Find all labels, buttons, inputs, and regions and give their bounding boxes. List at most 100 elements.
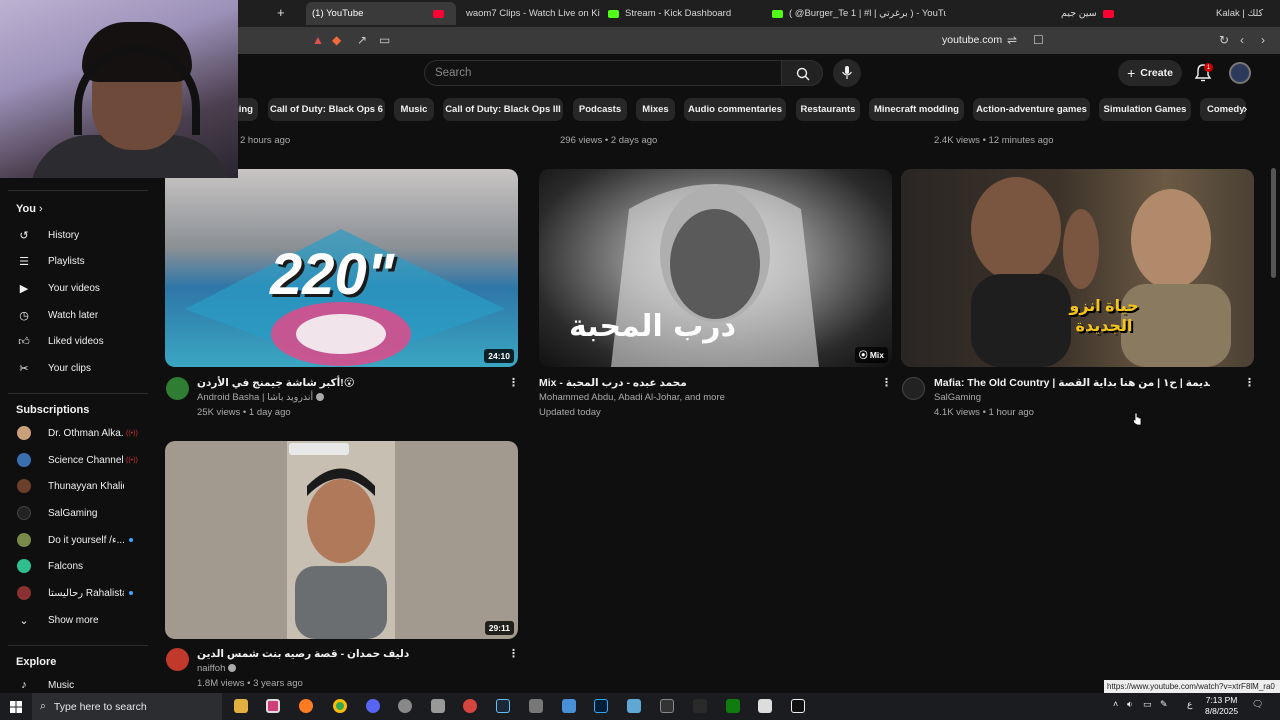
chip-restaurants[interactable]: Restaurants: [796, 98, 860, 121]
channel-name[interactable]: naiffoh: [197, 663, 237, 674]
share-icon[interactable]: ↗: [357, 33, 367, 47]
video-title[interactable]: دليف حمدان - قصة رصيه بنت شمس الدين: [197, 648, 409, 660]
sidebar-item-subscription[interactable]: Falcons: [0, 553, 150, 579]
sidebar-item-history[interactable]: ↺ History: [0, 222, 150, 248]
tab-burger[interactable]: ( @Burger_Te 1 | #l | برغرتي ) - YouTube: [766, 2, 946, 25]
brave-rewards-icon[interactable]: ▲: [312, 33, 324, 47]
notification-center-icon[interactable]: 🗨︎: [1252, 699, 1263, 710]
more-options-icon[interactable]: ⋮: [881, 376, 892, 389]
sidebar-item-subscription[interactable]: Dr. Othman Alka... ((•)): [0, 420, 150, 446]
sidebar-item-subscription[interactable]: Do it yourself /ء...: [0, 527, 150, 553]
video-title[interactable]: Mix - محمد عبده - درب المحبة: [539, 377, 687, 389]
url-text[interactable]: youtube.com: [942, 34, 1002, 46]
forward-icon[interactable]: ›: [1261, 33, 1265, 47]
sidebar-item-subscription[interactable]: SalGaming: [0, 500, 150, 526]
app-icon[interactable]: [431, 699, 445, 713]
tab-seen-jeem[interactable]: سين جيم: [1055, 2, 1115, 25]
tray-expand-icon[interactable]: ˄: [1113, 699, 1118, 709]
video-title[interactable]: أكبر شاشة جيمنج في الأردن!😮: [197, 377, 355, 389]
chip-podcasts[interactable]: Podcasts: [573, 98, 627, 121]
video-thumbnail[interactable]: حياة انزو الجديدة: [901, 169, 1254, 367]
app-icon[interactable]: [562, 699, 576, 713]
chip-mixes[interactable]: Mixes: [636, 98, 675, 121]
scrollbar[interactable]: [1271, 168, 1276, 278]
chevron-right-icon[interactable]: ›: [1243, 101, 1247, 116]
new-tab-button[interactable]: +: [277, 5, 285, 20]
firefox-icon[interactable]: [299, 699, 313, 713]
mic-icon: [842, 66, 852, 79]
chrome-icon[interactable]: [333, 699, 347, 713]
app-icon[interactable]: [398, 699, 412, 713]
voice-search-button[interactable]: [833, 59, 861, 87]
chip-simulation[interactable]: Simulation Games: [1099, 98, 1191, 121]
app-icon[interactable]: [791, 699, 805, 713]
clock[interactable]: 7:13 PM 8/8/2025: [1205, 695, 1238, 717]
channel-avatar[interactable]: [902, 377, 925, 400]
tab-youtube[interactable]: (1) YouTube: [306, 2, 456, 25]
steam-icon[interactable]: [496, 699, 510, 713]
account-avatar[interactable]: [1229, 62, 1251, 84]
chip-gaming[interactable]: Gaming: [236, 98, 258, 121]
video-thumbnail[interactable]: 220" 24:10: [165, 169, 518, 367]
create-button[interactable]: + Create: [1118, 60, 1182, 86]
sidebar-item-subscription[interactable]: رحاليستا Rahalista: [0, 580, 150, 606]
video-title[interactable]: Mafia: The Old Country | مافيا: البلاد ا…: [934, 377, 1210, 389]
sidebar-item-watch-later[interactable]: ◷ Watch later: [0, 302, 150, 328]
tab-kick-dashboard[interactable]: Stream - Kick Dashboard: [602, 2, 762, 25]
channel-avatar[interactable]: [166, 648, 189, 671]
verified-icon: [228, 664, 237, 673]
paint-app-icon[interactable]: [266, 699, 280, 713]
sidebar-item-your-videos[interactable]: ▶ Your videos: [0, 275, 150, 301]
tab-kick-clips[interactable]: waom7 Clips - Watch Live on Kick: [460, 2, 600, 25]
channel-name[interactable]: SalGaming: [934, 392, 981, 403]
discord-icon[interactable]: [366, 699, 380, 713]
calculator-icon[interactable]: [529, 699, 543, 713]
chip-comedy[interactable]: Comedy: [1200, 98, 1246, 121]
brave-icon[interactable]: [463, 699, 477, 713]
chip-music[interactable]: Music: [394, 98, 434, 121]
network-icon[interactable]: ▭: [1143, 699, 1152, 710]
davinci-icon[interactable]: [660, 699, 674, 713]
channel-name[interactable]: Android Basha | أندرويد باشا: [197, 392, 325, 403]
language-indicator[interactable]: ع: [1187, 699, 1192, 710]
pen-icon[interactable]: ✎: [1160, 699, 1168, 710]
video-thumbnail[interactable]: درب المحبة ⦿ Mix: [539, 169, 892, 367]
bookmark-icon[interactable]: ☐: [1033, 33, 1044, 47]
photoshop-icon[interactable]: [594, 699, 608, 713]
app-icon[interactable]: [693, 699, 707, 713]
thumbnail-text: درب المحبة: [569, 309, 736, 344]
search-input[interactable]: Search: [424, 60, 782, 86]
app-icon[interactable]: [758, 699, 772, 713]
chip-minecraft-modding[interactable]: Minecraft modding: [869, 98, 964, 121]
more-options-icon[interactable]: ⋮: [508, 376, 519, 389]
sidebar-item-playlists[interactable]: ☰ Playlists: [0, 248, 150, 274]
video-thumbnail[interactable]: 29:11: [165, 441, 518, 639]
show-more-button[interactable]: ⌄ Show more: [0, 607, 150, 633]
sidebar-item-subscription[interactable]: Thunayyan Khalid: [0, 473, 150, 499]
brave-shields-icon[interactable]: ◆: [332, 33, 341, 47]
sidebar-item-subscription[interactable]: Science Channel ((•)): [0, 447, 150, 473]
volume-icon[interactable]: 🔉︎: [1127, 699, 1133, 710]
chip-action-adventure[interactable]: Action-adventure games: [973, 98, 1090, 121]
you-section-header[interactable]: You ›: [16, 203, 43, 215]
app-icon[interactable]: [627, 699, 641, 713]
channel-name[interactable]: Mohammed Abdu, Abadi Al-Johar, and more: [539, 392, 725, 403]
more-options-icon[interactable]: ⋮: [508, 647, 519, 660]
file-explorer-icon[interactable]: [234, 699, 248, 713]
taskbar-search-input[interactable]: ⌕ Type here to search: [32, 693, 222, 720]
channel-avatar[interactable]: [166, 377, 189, 400]
chip-cod-bo3[interactable]: Call of Duty: Black Ops III: [443, 98, 563, 121]
chip-audio-commentaries[interactable]: Audio commentaries: [684, 98, 786, 121]
search-button[interactable]: [781, 60, 823, 86]
sidebar-item-your-clips[interactable]: ✂ Your clips: [0, 355, 150, 381]
site-settings-icon[interactable]: ⇌: [1007, 33, 1017, 47]
chip-cod-bo6[interactable]: Call of Duty: Black Ops 6: [268, 98, 385, 121]
cast-icon[interactable]: ▭: [379, 33, 390, 47]
xbox-icon[interactable]: [726, 699, 740, 713]
sidebar-item-liked-videos[interactable]: 👍︎ Liked videos: [0, 328, 150, 354]
reload-icon[interactable]: ↻: [1219, 33, 1229, 47]
more-options-icon[interactable]: ⋮: [1244, 376, 1255, 389]
tab-kalak[interactable]: Kalak | كلك: [1210, 2, 1278, 25]
back-icon[interactable]: ‹: [1240, 33, 1244, 47]
windows-start-icon[interactable]: [10, 701, 22, 713]
